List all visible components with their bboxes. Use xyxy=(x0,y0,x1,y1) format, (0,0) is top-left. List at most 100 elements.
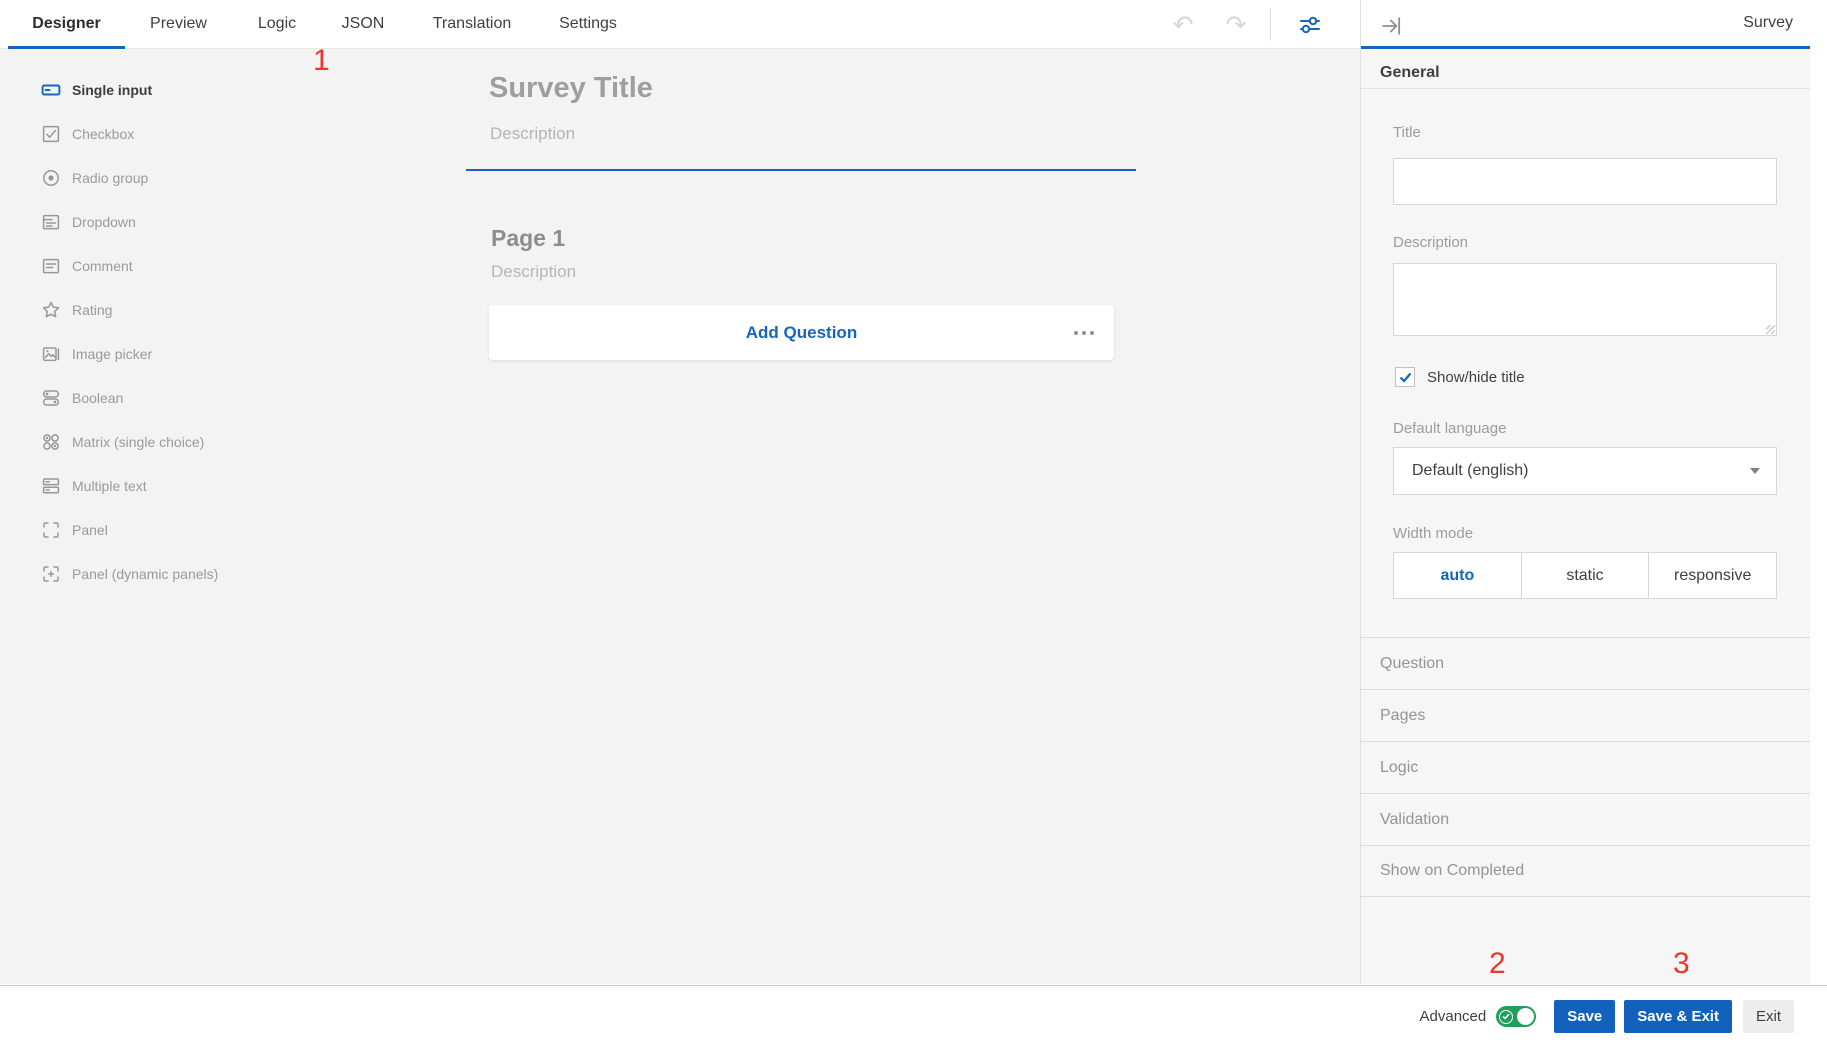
toolbox-item-checkbox[interactable]: Checkbox xyxy=(41,112,371,156)
image-picker-icon xyxy=(41,344,61,364)
panel-dynamic-icon xyxy=(41,564,61,584)
toolbox-item-label: Rating xyxy=(72,302,112,318)
add-question-button[interactable]: Add Question xyxy=(489,305,1114,360)
creator-settings-button[interactable] xyxy=(1290,9,1330,40)
panel-title: Survey xyxy=(1743,14,1793,32)
toolbox-item-comment[interactable]: Comment xyxy=(41,244,371,288)
tab-translation[interactable]: Translation xyxy=(408,0,536,48)
toggle-knob xyxy=(1517,1008,1534,1025)
accordion-label: Validation xyxy=(1380,811,1449,829)
settings-sliders-icon xyxy=(1298,13,1322,37)
accordion-question[interactable]: Question xyxy=(1360,637,1810,689)
general-section-divider xyxy=(1360,88,1810,89)
toolbox-item-dropdown[interactable]: Dropdown xyxy=(41,200,371,244)
tab-settings[interactable]: Settings xyxy=(536,0,640,48)
toolbox-item-label: Multiple text xyxy=(72,478,147,494)
advanced-toggle[interactable] xyxy=(1496,1006,1536,1027)
toolbox-item-label: Single input xyxy=(72,82,152,98)
toolbox-item-label: Comment xyxy=(72,258,133,274)
tab-logic[interactable]: Logic xyxy=(236,0,318,48)
toolbox-item-label: Panel (dynamic panels) xyxy=(72,566,218,582)
tab-preview[interactable]: Preview xyxy=(128,0,229,48)
collapse-panel-icon xyxy=(1381,15,1403,37)
title-field-label: Title xyxy=(1393,124,1421,141)
add-question-label: Add Question xyxy=(746,323,857,343)
description-textarea[interactable] xyxy=(1393,263,1777,336)
segment-label: responsive xyxy=(1674,567,1751,585)
page-description-placeholder[interactable]: Description xyxy=(491,262,576,282)
property-panel-header: Survey xyxy=(1360,0,1827,49)
toolbox-item-boolean[interactable]: Boolean xyxy=(41,376,371,420)
annotation-1: 1 xyxy=(313,46,330,76)
dot-icon xyxy=(1082,331,1086,335)
survey-title-placeholder[interactable]: Survey Title xyxy=(489,72,653,105)
tab-json-label: JSON xyxy=(342,15,385,33)
width-mode-static[interactable]: static xyxy=(1522,553,1650,598)
accordion-validation[interactable]: Validation xyxy=(1360,793,1810,845)
dot-icon xyxy=(1090,331,1094,335)
undo-button[interactable]: ↶ xyxy=(1163,9,1203,40)
show-hide-title-checkbox[interactable] xyxy=(1395,367,1415,387)
boolean-toggle-icon xyxy=(41,388,61,408)
survey-title-underline xyxy=(466,169,1136,171)
show-hide-title-row[interactable]: Show/hide title xyxy=(1395,367,1525,387)
tab-json[interactable]: JSON xyxy=(322,0,404,48)
undo-icon: ↶ xyxy=(1173,12,1194,37)
page-menu-button[interactable] xyxy=(1074,305,1094,360)
toolbox-item-panel[interactable]: Panel xyxy=(41,508,371,552)
toolbox-item-panel-dynamic[interactable]: Panel (dynamic panels) xyxy=(41,552,371,596)
save-button[interactable]: Save xyxy=(1554,1000,1615,1033)
segment-label: auto xyxy=(1440,567,1474,585)
dropdown-icon xyxy=(41,212,61,232)
tab-preview-label: Preview xyxy=(150,15,207,33)
toolbox-item-label: Dropdown xyxy=(72,214,136,230)
accordion-label: Logic xyxy=(1380,759,1418,777)
default-language-select[interactable]: Default (english) xyxy=(1393,447,1777,495)
tab-settings-label: Settings xyxy=(559,15,617,33)
toolbox-item-label: Radio group xyxy=(72,170,148,186)
checkmark-icon xyxy=(1399,372,1412,383)
general-section-header[interactable]: General xyxy=(1380,64,1440,82)
accordion-label: Pages xyxy=(1380,707,1425,725)
top-tab-bar: Designer Preview Logic JSON Translation … xyxy=(0,0,1360,49)
annotation-2: 2 xyxy=(1489,949,1506,979)
width-mode-responsive[interactable]: responsive xyxy=(1649,553,1776,598)
multiple-text-icon xyxy=(41,476,61,496)
textarea-resize-handle[interactable] xyxy=(1766,325,1775,334)
property-accordion: Question Pages Logic Validation Show on … xyxy=(1360,637,1810,897)
accordion-pages[interactable]: Pages xyxy=(1360,689,1810,741)
exit-button[interactable]: Exit xyxy=(1743,1000,1794,1033)
tab-logic-label: Logic xyxy=(258,15,296,33)
toolbox-item-label: Boolean xyxy=(72,390,123,406)
show-hide-title-label: Show/hide title xyxy=(1427,369,1525,386)
toolbox-item-label: Panel xyxy=(72,522,108,538)
radio-group-icon xyxy=(41,168,61,188)
toolbox-item-label: Image picker xyxy=(72,346,152,362)
toolbox-item-matrix-single-choice[interactable]: Matrix (single choice) xyxy=(41,420,371,464)
width-mode-auto[interactable]: auto xyxy=(1394,553,1522,598)
toolbox-item-radio-group[interactable]: Radio group xyxy=(41,156,371,200)
redo-button[interactable]: ↷ xyxy=(1216,9,1256,40)
survey-description-placeholder[interactable]: Description xyxy=(490,124,575,144)
page-title-placeholder[interactable]: Page 1 xyxy=(491,225,565,252)
toolbox-item-multiple-text[interactable]: Multiple text xyxy=(41,464,371,508)
title-input[interactable] xyxy=(1393,158,1777,205)
toolbox-item-rating[interactable]: Rating xyxy=(41,288,371,332)
segment-label: static xyxy=(1566,567,1603,585)
footer-bar: Advanced Save Save & Exit Exit xyxy=(0,985,1827,1047)
checkbox-icon xyxy=(41,124,61,144)
accordion-label: Question xyxy=(1380,655,1444,673)
comment-icon xyxy=(41,256,61,276)
tab-designer[interactable]: Designer xyxy=(8,0,125,48)
accordion-logic[interactable]: Logic xyxy=(1360,741,1810,793)
toolbox-item-label: Matrix (single choice) xyxy=(72,434,204,450)
toolbox: Single input Checkbox Radio group Dropdo… xyxy=(41,68,371,596)
annotation-3: 3 xyxy=(1673,949,1690,979)
accordion-show-on-completed[interactable]: Show on Completed xyxy=(1360,845,1810,897)
chevron-down-icon xyxy=(1750,468,1760,474)
save-button-label: Save xyxy=(1567,1008,1602,1025)
collapse-panel-button[interactable] xyxy=(1372,10,1412,41)
toolbox-item-image-picker[interactable]: Image picker xyxy=(41,332,371,376)
toggle-check-icon xyxy=(1499,1010,1513,1024)
save-exit-button[interactable]: Save & Exit xyxy=(1624,1000,1732,1033)
